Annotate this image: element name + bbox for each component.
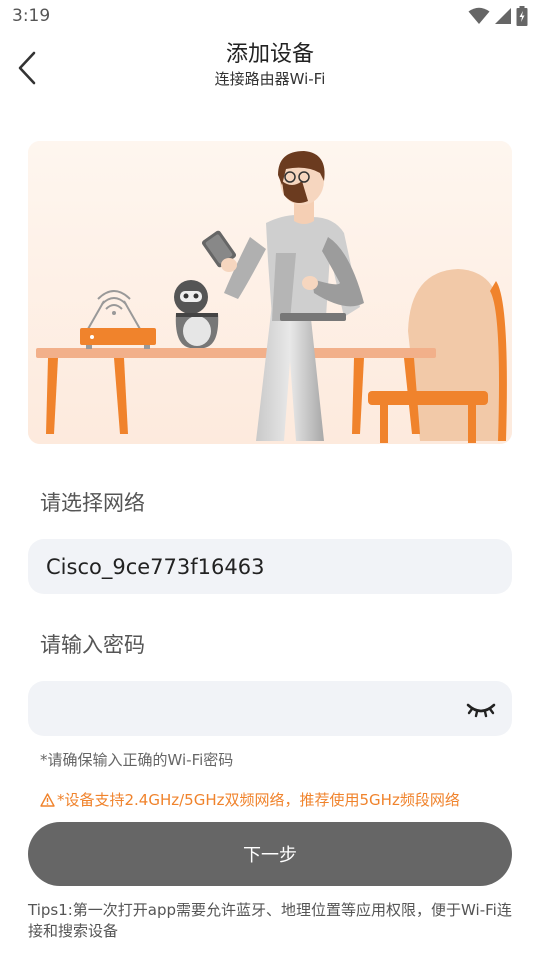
password-visibility-toggle[interactable] (466, 695, 496, 723)
next-button[interactable]: 下一步 (28, 822, 512, 886)
battery-charging-icon (516, 6, 528, 26)
password-field-container[interactable] (28, 681, 512, 736)
setup-illustration (28, 141, 512, 444)
page-subtitle: 连接路由器Wi-Fi (214, 70, 326, 88)
header: 添加设备 连接路由器Wi-Fi (0, 34, 540, 100)
status-time: 3:19 (12, 6, 51, 26)
illustration-art (28, 141, 512, 444)
network-field[interactable] (28, 539, 512, 594)
password-hint: *请确保输入正确的Wi-Fi密码 (40, 751, 234, 769)
network-label: 请选择网络 (40, 491, 145, 515)
wifi-icon (468, 7, 490, 24)
status-bar: 3:19 (0, 0, 540, 34)
band-warning: *设备支持2.4GHz/5GHz双频网络，推荐使用5GHz频段网络 (40, 789, 460, 810)
network-select[interactable] (28, 539, 512, 594)
warning-triangle-icon (40, 792, 55, 807)
eye-closed-icon (466, 703, 496, 718)
status-icons (468, 6, 528, 26)
cell-signal-icon (495, 8, 511, 24)
tips-text: Tips1:第一次打开app需要允许蓝牙、地理位置等应用权限，便于Wi-Fi连接… (28, 901, 512, 940)
password-field[interactable] (28, 681, 512, 736)
band-warning-text: *设备支持2.4GHz/5GHz双频网络，推荐使用5GHz频段网络 (57, 791, 460, 809)
page-title: 添加设备 (225, 42, 314, 67)
password-label: 请输入密码 (40, 633, 145, 657)
